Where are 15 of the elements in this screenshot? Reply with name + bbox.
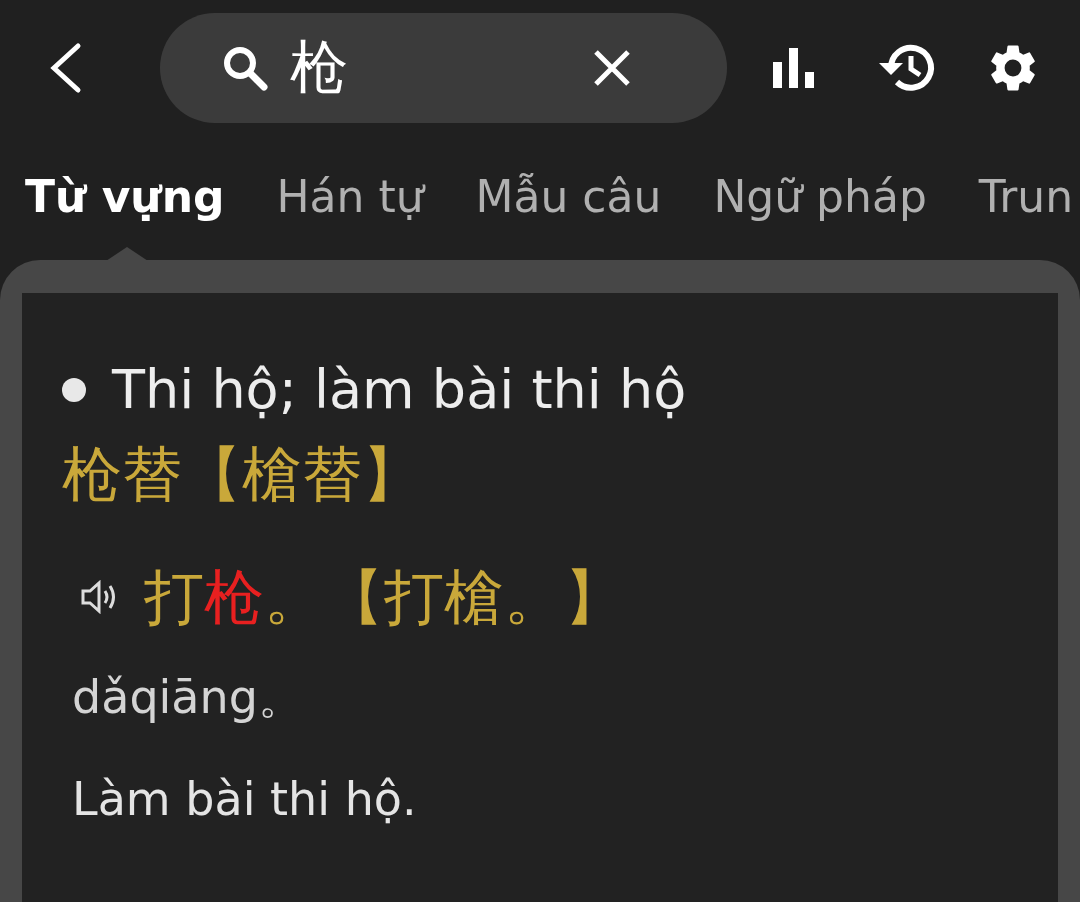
translation-text: Làm bài thi hộ.	[72, 771, 418, 828]
example-sentence: 打枪。【打槍。】	[144, 561, 624, 634]
tab[interactable]: Mẫu câu	[475, 165, 662, 229]
word-text: 枪替【槍替】	[62, 438, 423, 511]
tab[interactable]: Hán tự	[276, 165, 424, 229]
speaker-icon[interactable]	[80, 580, 118, 614]
tab[interactable]: Trun	[978, 165, 1074, 229]
back-icon	[48, 41, 82, 94]
pinyin-text: dǎqiāng。	[72, 669, 305, 726]
tab[interactable]: Ngữ pháp	[713, 165, 927, 229]
search-input[interactable]: 枪	[290, 24, 570, 111]
search-field[interactable]: 枪	[160, 12, 727, 123]
close-icon[interactable]	[592, 47, 632, 88]
bullet-icon	[62, 378, 86, 402]
meaning-text: Thi hộ; làm bài thi hộ	[112, 357, 687, 423]
